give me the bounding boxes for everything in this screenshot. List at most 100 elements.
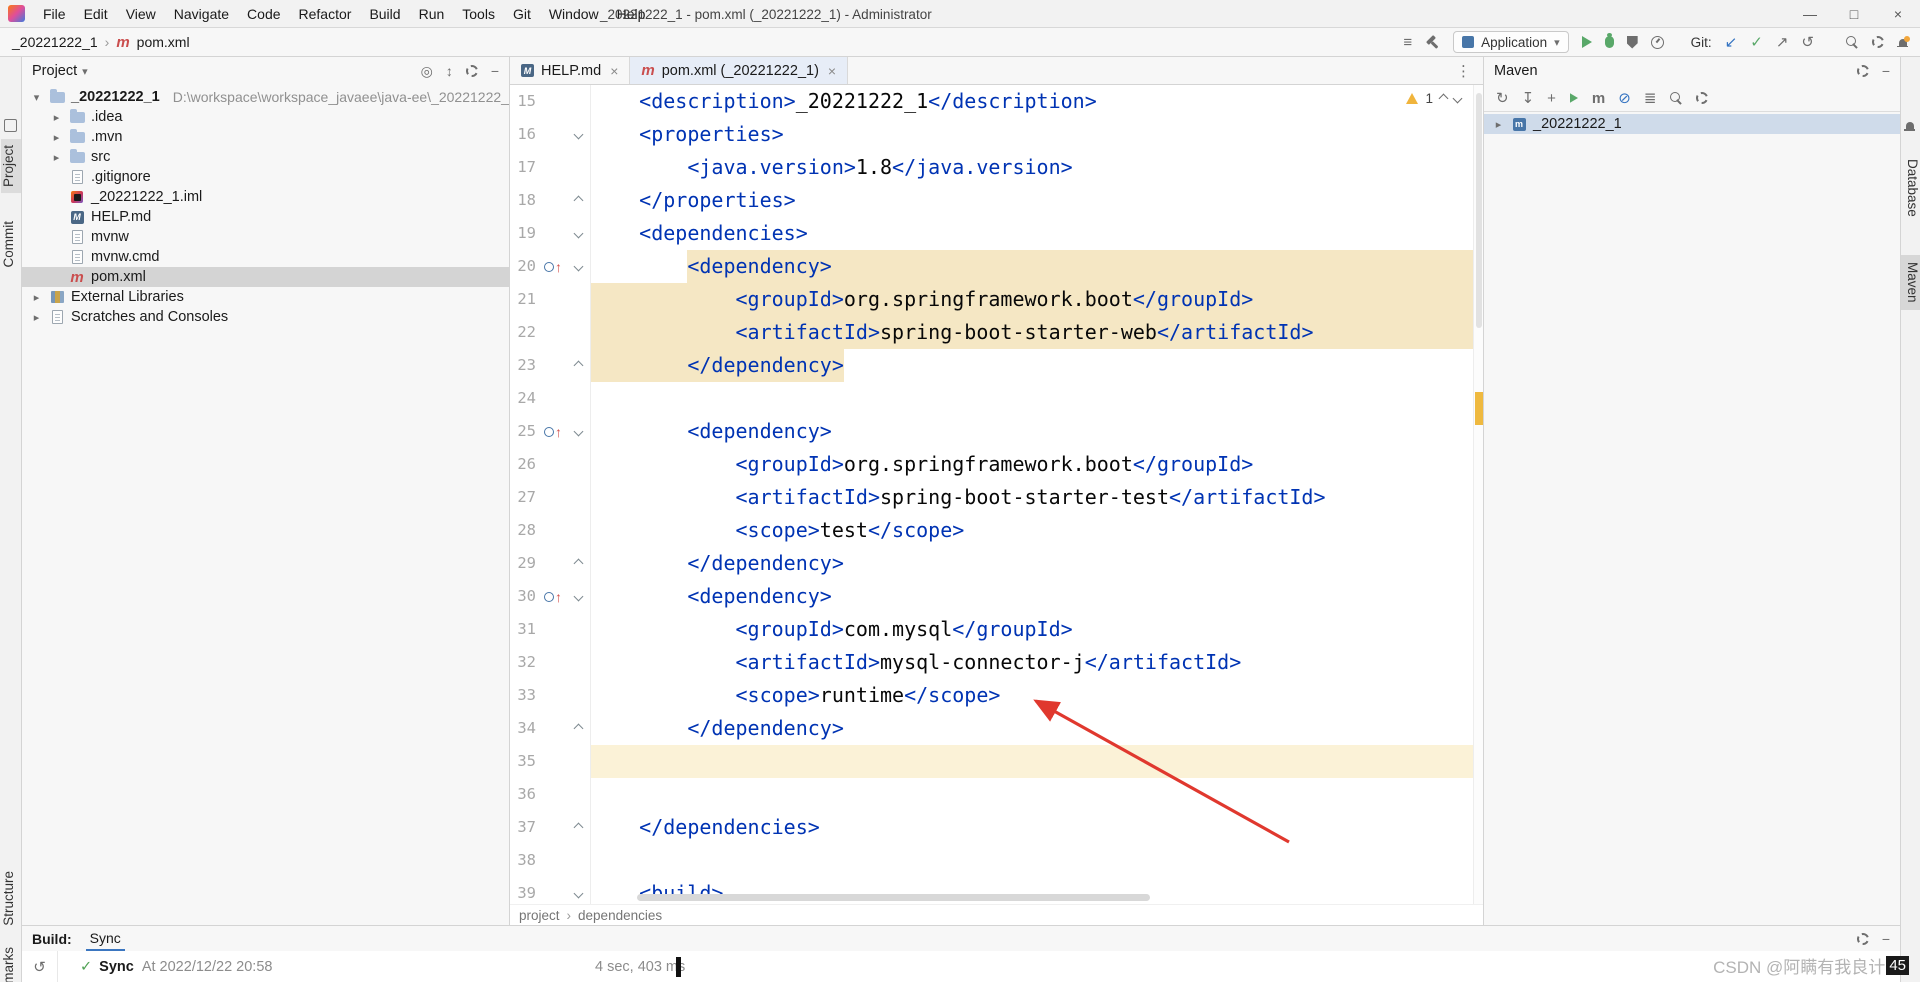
fold-marker[interactable] xyxy=(570,580,591,613)
line-number[interactable]: 37 xyxy=(510,811,536,844)
menu-window[interactable]: Window xyxy=(541,3,607,25)
line-number[interactable]: 31 xyxy=(510,613,536,646)
tree-item-help-md[interactable]: M HELP.md xyxy=(22,207,509,227)
line-number[interactable]: 33 xyxy=(510,679,536,712)
line-number[interactable]: 39 xyxy=(510,877,536,904)
menu-refactor[interactable]: Refactor xyxy=(291,3,360,25)
code-line[interactable]: 22 <artifactId>spring-boot-starter-web</… xyxy=(510,316,1483,349)
project-panel-title[interactable]: Project xyxy=(32,63,77,79)
add-maven-project-icon[interactable]: + xyxy=(1547,90,1556,107)
menu-code[interactable]: Code xyxy=(239,3,288,25)
tree-item-external-libraries[interactable]: ▸ External Libraries xyxy=(22,287,509,307)
fold-marker[interactable] xyxy=(570,217,591,250)
stripe-tab-structure[interactable]: Structure xyxy=(1,865,21,932)
stripe-tab-bookmarks[interactable]: Bookmarks xyxy=(1,941,21,982)
breadcrumb-pom-xml[interactable]: pom.xml xyxy=(137,34,190,50)
hide-panel-icon[interactable]: − xyxy=(491,63,499,79)
tree-item-idea[interactable]: ▸ .idea xyxy=(22,107,509,127)
line-number[interactable]: 24 xyxy=(510,382,536,415)
search-icon[interactable] xyxy=(1669,91,1683,105)
line-number[interactable]: 34 xyxy=(510,712,536,745)
minimize-button[interactable]: — xyxy=(1788,0,1832,28)
line-number[interactable]: 26 xyxy=(510,448,536,481)
code-line[interactable]: 25↑ <dependency> xyxy=(510,415,1483,448)
vertical-scrollbar-thumb[interactable] xyxy=(1476,93,1482,328)
breadcrumb-project[interactable]: _20221222_1 xyxy=(12,34,98,50)
fold-marker[interactable] xyxy=(570,712,591,745)
chevron-right-icon[interactable]: ▸ xyxy=(50,151,63,164)
breadcrumb-project-tag[interactable]: project xyxy=(519,908,560,923)
maven-project-item[interactable]: ▸ m _20221222_1 xyxy=(1484,114,1900,134)
line-number[interactable]: 38 xyxy=(510,844,536,877)
chevron-right-icon[interactable]: ▸ xyxy=(50,111,63,124)
profiler-icon[interactable] xyxy=(1651,36,1664,49)
git-history-icon[interactable]: ↺ xyxy=(1801,33,1814,51)
download-sources-icon[interactable]: ↧ xyxy=(1522,89,1535,107)
code-line[interactable]: 37 </dependencies> xyxy=(510,811,1483,844)
maximize-button[interactable]: □ xyxy=(1832,0,1876,28)
tree-item-mvnw[interactable]: mvnw xyxy=(22,227,509,247)
settings-gear-icon[interactable] xyxy=(1872,36,1884,48)
build-tab-sync[interactable]: Sync xyxy=(86,926,125,951)
panel-settings-gear-icon[interactable] xyxy=(1857,933,1869,945)
code-line[interactable]: 18 </properties> xyxy=(510,184,1483,217)
code-line[interactable]: 24 xyxy=(510,382,1483,415)
expand-collapse-icon[interactable]: ↕ xyxy=(446,63,453,79)
tree-item-mvn[interactable]: ▸ .mvn xyxy=(22,127,509,147)
line-number[interactable]: 16 xyxy=(510,118,536,151)
line-number[interactable]: 22 xyxy=(510,316,536,349)
tree-item-gitignore[interactable]: .gitignore xyxy=(22,167,509,187)
tree-item-pom-xml[interactable]: m pom.xml xyxy=(22,267,509,287)
code-line[interactable]: 17 <java.version>1.8</java.version> xyxy=(510,151,1483,184)
line-number[interactable]: 30 xyxy=(510,580,536,613)
project-stripe-icon[interactable] xyxy=(4,119,17,132)
tab-help-md[interactable]: M HELP.md × xyxy=(510,57,630,84)
code-line[interactable]: 16 <properties> xyxy=(510,118,1483,151)
line-number[interactable]: 20 xyxy=(510,250,536,283)
stripe-tab-maven[interactable]: Maven xyxy=(1901,255,1920,310)
run-button[interactable] xyxy=(1582,36,1592,48)
skip-tests-icon[interactable]: ⊘ xyxy=(1618,89,1631,107)
line-number[interactable]: 29 xyxy=(510,547,536,580)
code-line[interactable]: 34 </dependency> xyxy=(510,712,1483,745)
reload-projects-icon[interactable]: ↻ xyxy=(1496,89,1509,107)
chevron-right-icon[interactable]: ▸ xyxy=(30,311,43,324)
build-status-title[interactable]: Sync xyxy=(99,959,134,975)
locate-file-icon[interactable]: ◎ xyxy=(421,63,433,80)
coverage-icon[interactable] xyxy=(1627,36,1638,49)
menu-git[interactable]: Git xyxy=(505,3,539,25)
code-line[interactable]: 20↑ <dependency> xyxy=(510,250,1483,283)
code-line[interactable]: 36 xyxy=(510,778,1483,811)
tree-item-iml[interactable]: _20221222_1.iml xyxy=(22,187,509,207)
code-line[interactable]: 26 <groupId>org.springframework.boot</gr… xyxy=(510,448,1483,481)
stripe-tab-project[interactable]: Project xyxy=(1,139,21,193)
menu-edit[interactable]: Edit xyxy=(76,3,116,25)
code-viewport[interactable]: 15 <description>_20221222_1</description… xyxy=(510,85,1483,904)
execute-goal-icon[interactable]: m xyxy=(1592,90,1605,107)
fold-marker[interactable] xyxy=(570,415,591,448)
horizontal-scrollbar-thumb[interactable] xyxy=(637,894,1150,901)
tab-pom-xml[interactable]: m pom.xml (_20221222_1) × xyxy=(630,57,848,84)
fold-marker[interactable] xyxy=(570,547,591,580)
search-everywhere-icon[interactable] xyxy=(1845,35,1859,49)
code-line[interactable]: 38 xyxy=(510,844,1483,877)
tree-item-mvnw-cmd[interactable]: mvnw.cmd xyxy=(22,247,509,267)
menu-navigate[interactable]: Navigate xyxy=(166,3,237,25)
maven-override-icon[interactable]: ↑ xyxy=(544,592,562,602)
close-button[interactable]: × xyxy=(1876,0,1920,28)
line-number[interactable]: 35 xyxy=(510,745,536,778)
code-line[interactable]: 29 </dependency> xyxy=(510,547,1483,580)
breadcrumb-dependencies-tag[interactable]: dependencies xyxy=(578,908,662,923)
fold-marker[interactable] xyxy=(570,250,591,283)
menu-view[interactable]: View xyxy=(118,3,164,25)
refresh-sync-icon[interactable]: ↺ xyxy=(33,958,46,976)
tree-item-scratches[interactable]: ▸ Scratches and Consoles xyxy=(22,307,509,327)
build-hammer-icon[interactable] xyxy=(1425,35,1440,49)
menu-build[interactable]: Build xyxy=(361,3,408,25)
fold-marker[interactable] xyxy=(570,877,591,904)
run-configuration-select[interactable]: Application ▾ xyxy=(1453,31,1569,53)
fold-marker[interactable] xyxy=(570,184,591,217)
menu-tools[interactable]: Tools xyxy=(454,3,503,25)
line-number[interactable]: 27 xyxy=(510,481,536,514)
line-number[interactable]: 17 xyxy=(510,151,536,184)
